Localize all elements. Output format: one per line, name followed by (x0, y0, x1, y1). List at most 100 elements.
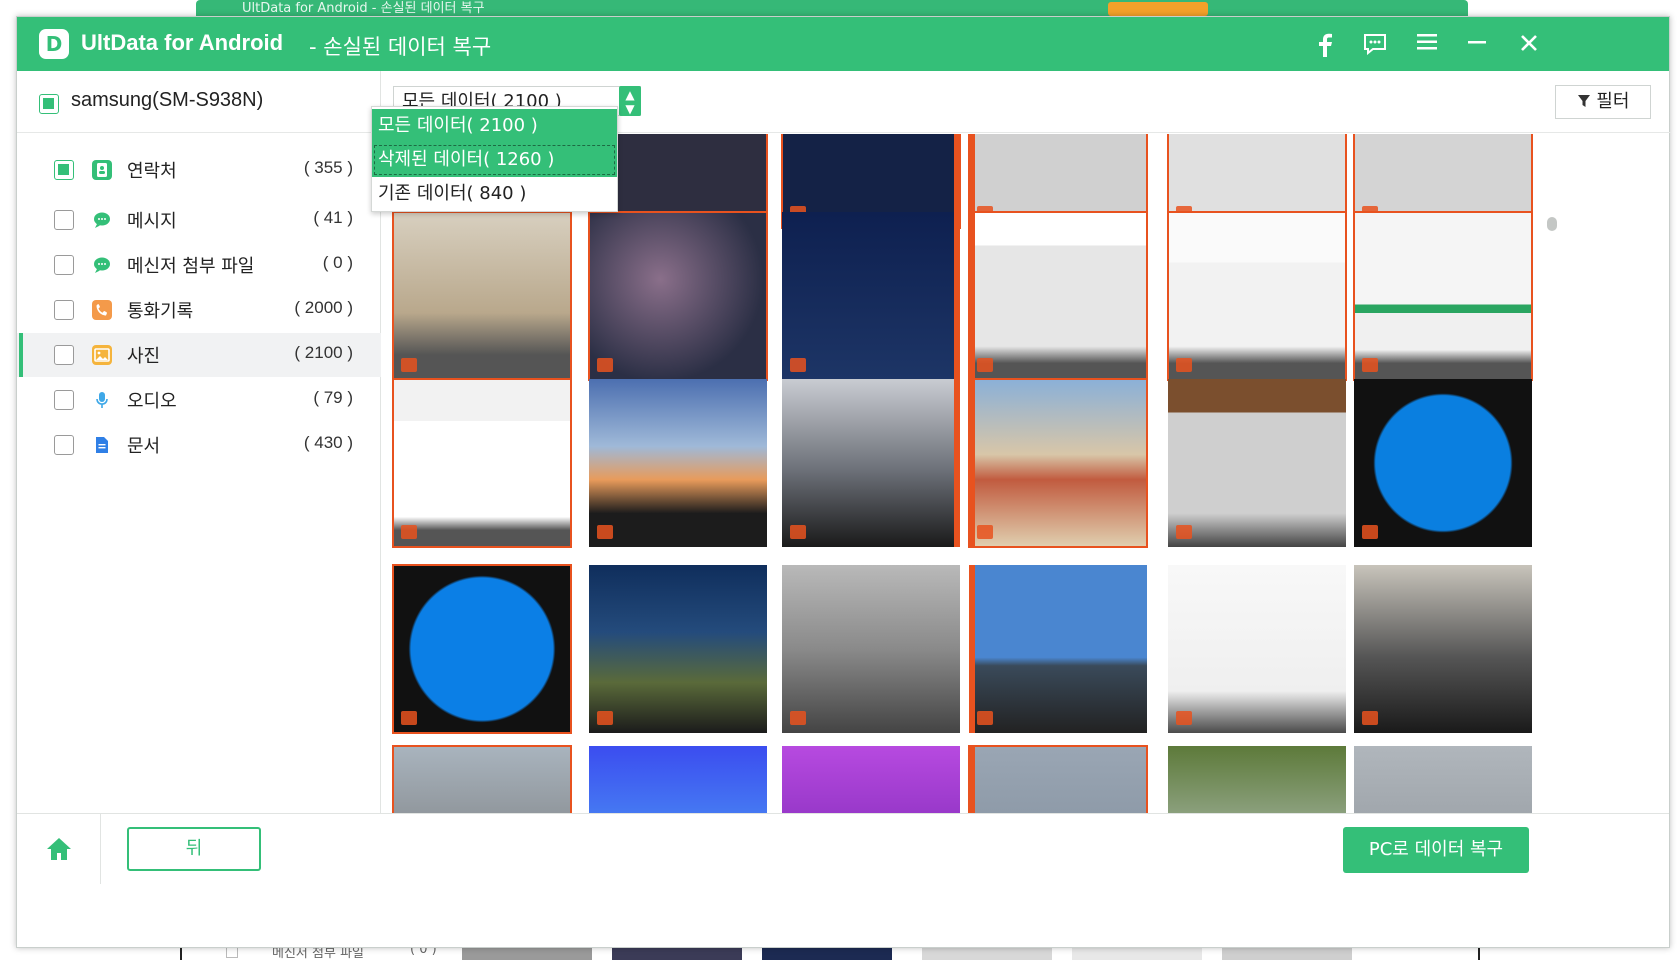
category-documents[interactable]: 문서 ( 430 ) (17, 423, 381, 467)
device-checkbox[interactable] (39, 94, 59, 114)
deleted-photo-icon (790, 711, 806, 725)
category-contacts[interactable]: 연락처 ( 355 ) (17, 148, 381, 192)
category-messenger-attachments[interactable]: 메신저 첨부 파일 ( 0 ) (17, 243, 381, 287)
feedback-icon[interactable] (1359, 29, 1391, 61)
photo-thumbnail[interactable] (1167, 211, 1347, 381)
home-icon (47, 838, 71, 860)
photo-thumbnail[interactable] (1168, 565, 1346, 733)
home-button[interactable] (17, 814, 101, 884)
photo-thumbnail[interactable] (782, 212, 960, 380)
dropdown-option-all[interactable]: 모든 데이터( 2100 ) (372, 109, 617, 143)
deleted-photo-icon (597, 358, 613, 372)
category-label: 통화기록 (127, 301, 194, 322)
category-count: ( 355 ) (303, 158, 353, 177)
photo-thumbnail[interactable] (1353, 211, 1533, 381)
category-checkbox[interactable] (54, 390, 74, 410)
deleted-edge-marker (954, 212, 960, 380)
category-label: 문서 (127, 436, 161, 457)
category-count: ( 0 ) (322, 253, 353, 272)
facebook-icon[interactable] (1309, 29, 1341, 61)
filter-icon (1577, 95, 1590, 107)
background-buy-button (1108, 2, 1208, 16)
scrollbar[interactable] (1547, 217, 1557, 777)
title-bar: D UltData for Android - 손실된 데이터 복구 (17, 17, 1669, 71)
deleted-photo-icon (597, 711, 613, 725)
deleted-edge-marker (954, 379, 960, 547)
photo-thumbnail[interactable] (392, 378, 572, 548)
category-call-log[interactable]: 통화기록 ( 2000 ) (17, 288, 381, 332)
deleted-edge-marker (969, 565, 975, 733)
background-window-titlebar: UltData for Android - 손실된 데이터 복구 (196, 0, 1468, 16)
deleted-edge-marker (969, 379, 975, 547)
photo-thumbnail[interactable] (588, 211, 768, 381)
deleted-photo-icon (790, 525, 806, 539)
category-count: ( 430 ) (303, 433, 353, 452)
photo-thumbnail[interactable] (392, 211, 572, 381)
category-audio[interactable]: 오디오 ( 79 ) (17, 378, 381, 422)
sidebar: samsung(SM-S938N) 연락처 ( 355 ) 메시지 ( 41 )… (17, 71, 381, 879)
category-count: ( 79 ) (313, 388, 353, 407)
photo-thumbnail[interactable] (968, 211, 1148, 381)
category-count: ( 2100 ) (294, 343, 353, 362)
photo-thumbnail[interactable] (969, 565, 1147, 733)
close-icon[interactable] (1513, 29, 1545, 61)
category-checkbox[interactable] (54, 435, 74, 455)
filter-button[interactable]: 필터 (1555, 85, 1651, 119)
photo-thumbnail[interactable] (589, 379, 767, 547)
photo-thumbnail[interactable] (392, 564, 572, 734)
deleted-edge-marker (969, 212, 975, 380)
menu-icon[interactable] (1411, 29, 1443, 61)
audio-icon (92, 390, 112, 410)
photo-thumbnail[interactable] (1168, 379, 1346, 547)
photo-icon (92, 345, 112, 365)
category-label: 사진 (127, 346, 161, 367)
category-label: 오디오 (127, 391, 177, 412)
device-row[interactable]: samsung(SM-S938N) (17, 71, 381, 133)
main-window: D UltData for Android - 손실된 데이터 복구 samsu… (16, 16, 1671, 948)
deleted-photo-icon (977, 358, 993, 372)
category-checkbox[interactable] (54, 345, 74, 365)
photo-thumbnail[interactable] (968, 378, 1148, 548)
minimize-icon[interactable] (1461, 29, 1493, 61)
select-arrows-icon[interactable]: ▲ ▼ (619, 86, 641, 116)
deleted-photo-icon (1362, 358, 1378, 372)
background-window-title: UltData for Android - 손실된 데이터 복구 (242, 1, 485, 16)
deleted-photo-icon (1176, 525, 1192, 539)
filter-label: 필터 (1596, 91, 1630, 112)
document-icon (92, 435, 112, 455)
photo-thumbnail[interactable] (1354, 379, 1532, 547)
category-label: 메신저 첨부 파일 (127, 256, 255, 277)
dropdown-option-deleted[interactable]: 삭제된 데이터( 1260 ) (372, 143, 617, 177)
photo-thumbnail[interactable] (782, 379, 960, 547)
photo-thumbnail[interactable] (589, 565, 767, 733)
deleted-photo-icon (401, 525, 417, 539)
app-logo-icon: D (39, 29, 69, 59)
photo-thumbnail[interactable] (1354, 565, 1532, 733)
category-messages[interactable]: 메시지 ( 41 ) (17, 198, 381, 242)
device-name: samsung(SM-S938N) (71, 89, 264, 111)
dropdown-option-existing[interactable]: 기존 데이터( 840 ) (372, 177, 617, 211)
window-subtitle: - 손실된 데이터 복구 (309, 35, 492, 59)
deleted-photo-icon (1176, 358, 1192, 372)
photo-thumbnail[interactable] (782, 565, 960, 733)
category-count: ( 41 ) (313, 208, 353, 227)
deleted-photo-icon (977, 525, 993, 539)
category-photos[interactable]: 사진 ( 2100 ) (17, 333, 381, 377)
recover-to-pc-button[interactable]: PC로 데이터 복구 (1343, 827, 1529, 873)
back-button[interactable]: 뒤 (127, 827, 261, 871)
deleted-photo-icon (1362, 711, 1378, 725)
deleted-photo-icon (401, 711, 417, 725)
deleted-photo-icon (401, 358, 417, 372)
category-label: 메시지 (127, 211, 177, 232)
category-label: 연락처 (127, 161, 177, 182)
deleted-photo-icon (1362, 525, 1378, 539)
category-checkbox[interactable] (54, 255, 74, 275)
app-title: UltData for Android (81, 30, 284, 55)
scrollbar-thumb[interactable] (1547, 217, 1557, 231)
category-checkbox[interactable] (54, 300, 74, 320)
data-type-dropdown: 모든 데이터( 2100 ) 삭제된 데이터( 1260 ) 기존 데이터( 8… (371, 106, 618, 212)
category-checkbox[interactable] (54, 160, 74, 180)
deleted-photo-icon (977, 711, 993, 725)
messenger-icon (92, 255, 112, 275)
category-checkbox[interactable] (54, 210, 74, 230)
